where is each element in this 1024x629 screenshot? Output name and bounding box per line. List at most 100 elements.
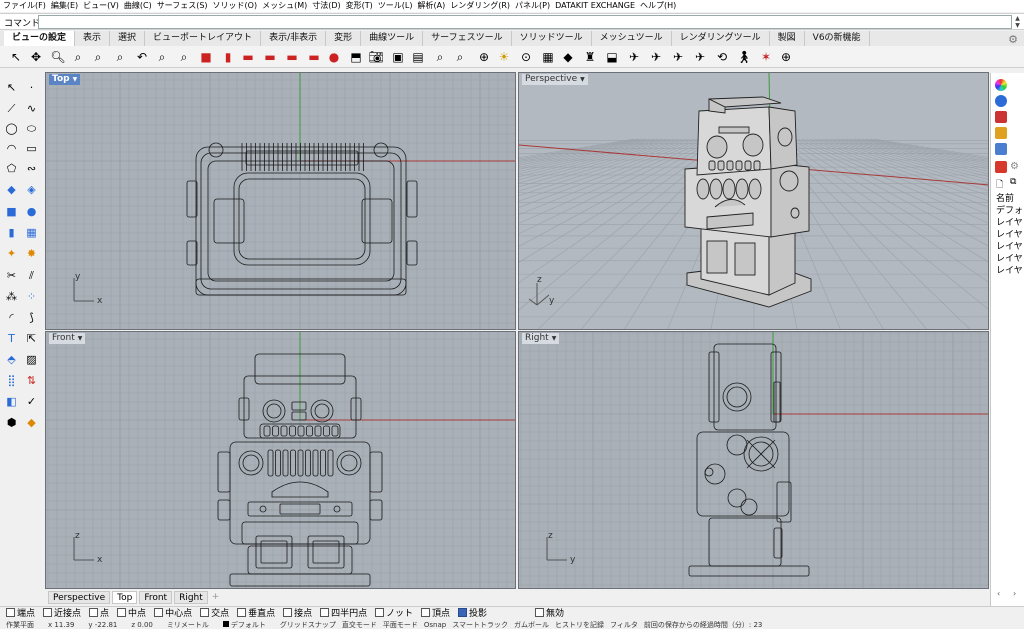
checkbox[interactable] [375, 608, 385, 617]
zoom-selected-icon[interactable]: ⌕ [112, 49, 128, 65]
folder-icon[interactable] [995, 127, 1007, 139]
render-window-icon[interactable]: ▮ [220, 49, 236, 65]
cube-view-icon[interactable]: ◆ [560, 49, 576, 65]
osnap-item[interactable]: 中心点 [154, 607, 192, 620]
select-arrow-icon[interactable]: ↖ [8, 49, 24, 65]
osnap-item[interactable]: 頂点 [420, 607, 450, 620]
compass-icon[interactable]: ⊕ [778, 49, 794, 65]
checkbox[interactable] [237, 608, 247, 617]
offset-icon[interactable]: ⟆ [23, 309, 40, 326]
menu-item[interactable]: DATAKIT EXCHANGE [555, 0, 635, 12]
status-toggle[interactable]: フィルタ [610, 621, 638, 629]
zoom-icon[interactable]: 🔍︎ [50, 49, 66, 65]
menu-item[interactable]: サーフェス(S) [157, 0, 208, 12]
checkbox[interactable] [320, 608, 330, 617]
point-icon[interactable]: · [23, 79, 40, 96]
copy-layer-icon[interactable]: ⧉ [1010, 177, 1016, 187]
checkbox[interactable] [117, 608, 127, 617]
wide-view-icon[interactable]: ⬓ [604, 49, 620, 65]
tab-item[interactable]: 曲線ツール [361, 31, 424, 46]
checkbox[interactable] [89, 608, 99, 617]
status-toggle[interactable]: ヒストリを記録 [555, 621, 604, 629]
dimension-icon[interactable]: ⇱ [23, 330, 40, 347]
status-toggle[interactable]: ガムボール [514, 621, 549, 629]
tab-item[interactable]: ビューの設定 [4, 31, 76, 46]
view-icon[interactable]: ▤ [410, 49, 426, 65]
zoom-target-icon[interactable]: ⌕ [432, 49, 448, 65]
osnap-item[interactable]: 接点 [283, 607, 312, 620]
render-icon[interactable]: ■ [198, 49, 214, 65]
osnap-item[interactable]: 近接点 [43, 607, 81, 620]
menu-item[interactable]: 編集(E) [51, 0, 78, 12]
tab-item[interactable]: 製図 [770, 31, 805, 46]
camera-icon[interactable]: 📷︎ [368, 49, 384, 65]
text-icon[interactable]: T [3, 330, 20, 347]
display-icon[interactable] [995, 143, 1007, 155]
mesh-icon[interactable]: ▦ [23, 224, 40, 241]
zoom-extents-icon[interactable]: ⌕ [70, 49, 86, 65]
menu-item[interactable]: ファイル(F) [3, 0, 46, 12]
group-icon[interactable]: ⁂ [3, 288, 20, 305]
menu-item[interactable]: レンダリング(R) [450, 0, 510, 12]
viewport-tab[interactable]: Front [139, 591, 173, 604]
boolean-icon[interactable]: ✦ [3, 245, 20, 262]
car-ghosted-icon[interactable]: ▬ [306, 49, 322, 65]
split-icon[interactable]: ⫽ [23, 267, 40, 284]
rotate-view-icon[interactable]: ⟲ [714, 49, 730, 65]
checkbox[interactable] [200, 608, 210, 617]
plane-top-icon[interactable]: ✈ [648, 49, 664, 65]
status-layer[interactable]: デフォルト [222, 621, 266, 629]
menu-item[interactable]: ソリッド(O) [213, 0, 258, 12]
command-input[interactable] [38, 15, 1012, 29]
menu-item[interactable]: 変形(T) [346, 0, 373, 12]
fillet-icon[interactable]: ◜ [3, 309, 20, 326]
material-icon[interactable] [995, 95, 1007, 107]
menu-item[interactable]: ツール(L) [378, 0, 413, 12]
capture-icon[interactable]: ▣ [390, 49, 406, 65]
chevron-right-icon[interactable]: › [1013, 589, 1016, 598]
array-icon[interactable]: ⁘ [23, 288, 40, 305]
viewport-right[interactable]: zy Right ▼ [518, 331, 989, 589]
check-icon[interactable]: ✓ [23, 393, 40, 410]
trim-icon[interactable]: ✂ [3, 267, 20, 284]
osnap-item[interactable]: 無効 [535, 607, 564, 620]
zoom-out-icon[interactable]: ⌕ [154, 49, 170, 65]
osnap-item[interactable]: 垂直点 [237, 607, 275, 620]
paint-icon[interactable]: ◆ [23, 414, 40, 431]
gear-icon[interactable]: ⚙ [1008, 32, 1018, 47]
cplane-icon[interactable]: ⊕ [476, 49, 492, 65]
osnap-item[interactable]: 交点 [200, 607, 229, 620]
plane-side-icon[interactable]: ✈ [670, 49, 686, 65]
target-icon[interactable]: ⊙ [518, 49, 534, 65]
cylinder-icon[interactable]: ▮ [3, 224, 20, 241]
tab-item[interactable]: レンダリングツール [672, 31, 770, 46]
plane-iso-icon[interactable]: ✈ [692, 49, 708, 65]
tab-item[interactable]: ソリッドツール [512, 31, 592, 46]
menu-item[interactable]: 寸法(D) [312, 0, 340, 12]
tab-item[interactable]: 表示 [75, 31, 111, 46]
surface-edit-icon[interactable]: ◈ [23, 181, 40, 198]
polygon-icon[interactable]: ⬠ [3, 160, 20, 177]
viewport-tab[interactable]: Right [174, 591, 208, 604]
named-view-icon[interactable]: ⬒ [348, 49, 364, 65]
light-icon[interactable]: ✶ [758, 49, 774, 65]
tab-item[interactable]: 変形 [326, 31, 362, 46]
car-shaded-icon[interactable]: ▬ [262, 49, 278, 65]
hatch-icon[interactable]: ▨ [23, 351, 40, 368]
tab-item[interactable]: 選択 [110, 31, 146, 46]
osnap-item[interactable]: ノット [375, 607, 413, 620]
checkbox[interactable] [43, 608, 53, 617]
viewport-tab[interactable]: Top [112, 591, 138, 604]
tab-item[interactable]: メッシュツール [592, 31, 672, 46]
viewport-title-top[interactable]: Top ▼ [49, 74, 81, 85]
tab-item[interactable]: サーフェスツール [423, 31, 512, 46]
tab-item[interactable]: 表示/非表示 [261, 31, 327, 46]
checkbox[interactable] [283, 608, 293, 617]
box-solid-icon[interactable]: ■ [3, 203, 20, 220]
zoom-1-to-1-icon[interactable]: ⌕ [176, 49, 192, 65]
robot-icon[interactable]: ♜ [582, 49, 598, 65]
walkabout-icon[interactable]: 🚶︎ [736, 49, 752, 65]
ellipse-icon[interactable]: ⬭ [23, 120, 40, 137]
gumball-icon[interactable]: ⇅ [23, 372, 40, 389]
status-toggle[interactable]: 平面モード [383, 621, 418, 629]
